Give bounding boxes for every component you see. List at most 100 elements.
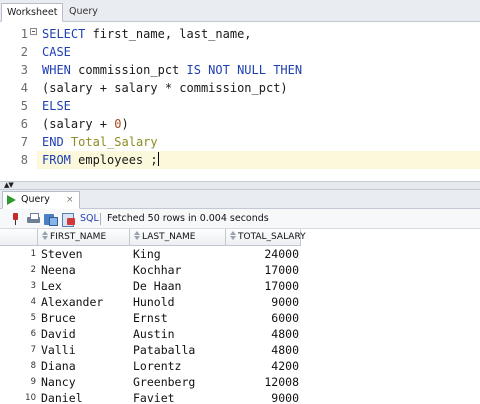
sort-icon: [134, 231, 140, 241]
cell-total-salary[interactable]: 9000: [226, 294, 299, 310]
cell-total-salary[interactable]: 4200: [226, 358, 299, 374]
line-number: 1: [20, 27, 28, 41]
cell-last-name[interactable]: Pataballa: [133, 342, 226, 358]
sql-keyword: END: [42, 135, 64, 149]
cell-total-salary[interactable]: 17000: [226, 262, 299, 278]
cell-last-name[interactable]: De Haan: [133, 278, 226, 294]
column-header-total-salary[interactable]: TOTAL_SALARY: [226, 229, 306, 246]
sort-icon: [230, 231, 236, 241]
sql-button[interactable]: SQL: [80, 212, 99, 226]
text-caret: [157, 152, 159, 166]
cell-first-name[interactable]: Steven: [41, 246, 130, 262]
cell-total-salary[interactable]: 4800: [226, 326, 299, 342]
row-number[interactable]: 3: [0, 278, 36, 294]
grid-header: FIRST_NAME LAST_NAME TOTAL_SALARY: [0, 229, 480, 246]
splitter-arrows-icon[interactable]: ▲▼: [4, 181, 14, 190]
table-row[interactable]: 10 Daniel Faviet 9000: [0, 390, 480, 404]
pin-icon[interactable]: [9, 213, 22, 225]
cell-last-name[interactable]: Hunold: [133, 294, 226, 310]
refresh-sql-icon[interactable]: [62, 213, 75, 227]
cell-first-name[interactable]: Daniel: [41, 390, 130, 404]
column-alias: Total_Salary: [70, 135, 158, 149]
table-row[interactable]: 1 Steven King 24000: [0, 246, 480, 262]
cell-last-name[interactable]: King: [133, 246, 226, 262]
row-number[interactable]: 10: [0, 390, 36, 404]
close-tab-icon[interactable]: ×: [66, 192, 74, 208]
table-row[interactable]: 3 Lex De Haan 17000: [0, 278, 480, 294]
table-row[interactable]: 7 Valli Pataballa 4800: [0, 342, 480, 358]
tab-query-builder[interactable]: Query Builder: [64, 3, 132, 34]
column-header-first-name[interactable]: FIRST_NAME: [38, 229, 130, 246]
sql-editor[interactable]: 1 2 3 4 5 6 7 8 SELECT first_name, last_name, CA…: [0, 23, 480, 181]
cell-last-name[interactable]: Lorentz: [133, 358, 226, 374]
print-icon[interactable]: [27, 213, 40, 225]
row-number[interactable]: 1: [0, 246, 36, 262]
cell-first-name[interactable]: David: [41, 326, 130, 342]
cell-total-salary[interactable]: 12008: [226, 374, 299, 390]
cell-first-name[interactable]: Nancy: [41, 374, 130, 390]
line-number: 6: [20, 117, 28, 131]
code-line[interactable]: SELECT first_name, last_name,: [42, 25, 252, 43]
row-number[interactable]: 7: [0, 342, 36, 358]
panel-splitter[interactable]: ▲▼: [0, 181, 480, 190]
code-text: commission_pct: [70, 63, 187, 77]
code-line[interactable]: WHEN commission_pct IS NOT NULL THEN: [42, 61, 302, 79]
cell-first-name[interactable]: Neena: [41, 262, 130, 278]
sql-keyword: FROM: [42, 153, 71, 167]
table-row[interactable]: 6 David Austin 4800: [0, 326, 480, 342]
column-header-label: LAST_NAME: [142, 232, 196, 242]
table-row[interactable]: 2 Neena Kochhar 17000: [0, 262, 480, 278]
cell-last-name[interactable]: Austin: [133, 326, 226, 342]
code-line[interactable]: FROM employees ;: [37, 151, 480, 169]
code-line[interactable]: (salary + salary * commission_pct): [42, 79, 288, 97]
column-header-last-name[interactable]: LAST_NAME: [130, 229, 226, 246]
line-number: 3: [20, 63, 28, 77]
row-number[interactable]: 5: [0, 310, 36, 326]
export-icon[interactable]: [44, 213, 58, 226]
cell-first-name[interactable]: Alexander: [41, 294, 130, 310]
cell-first-name[interactable]: Bruce: [41, 310, 130, 326]
cell-last-name[interactable]: Kochhar: [133, 262, 226, 278]
cell-total-salary[interactable]: 24000: [226, 246, 299, 262]
cell-last-name[interactable]: Faviet: [133, 390, 226, 404]
table-row[interactable]: 8 Diana Lorentz 4200: [0, 358, 480, 374]
cell-last-name[interactable]: Greenberg: [133, 374, 226, 390]
code-line[interactable]: ELSE: [42, 97, 71, 115]
sort-icon: [42, 231, 48, 241]
code-text: first_name, last_name,: [85, 27, 252, 41]
sql-keyword: IS NOT NULL THEN: [186, 63, 303, 77]
cell-first-name[interactable]: Valli: [41, 342, 130, 358]
line-number: 7: [20, 135, 28, 149]
row-number[interactable]: 9: [0, 374, 36, 390]
result-grid[interactable]: FIRST_NAME LAST_NAME TOTAL_SALARY 1 Steve…: [0, 229, 480, 404]
fold-toggle-icon[interactable]: [30, 28, 37, 35]
tab-worksheet[interactable]: Worksheet: [1, 3, 63, 22]
table-row[interactable]: 9 Nancy Greenberg 12008: [0, 374, 480, 390]
table-row[interactable]: 5 Bruce Ernst 6000: [0, 310, 480, 326]
result-tab-bar: Query Result ×: [0, 190, 480, 221]
line-number: 4: [20, 81, 28, 95]
row-number[interactable]: 8: [0, 358, 36, 374]
cell-last-name[interactable]: Ernst: [133, 310, 226, 326]
grid-corner-cell[interactable]: [0, 229, 38, 246]
tab-query-result[interactable]: Query Result ×: [2, 191, 80, 221]
table-row[interactable]: 4 Alexander Hunold 9000: [0, 294, 480, 310]
sql-keyword: WHEN: [42, 63, 71, 77]
line-number: 2: [20, 45, 28, 59]
cell-total-salary[interactable]: 4800: [226, 342, 299, 358]
cell-first-name[interactable]: Lex: [41, 278, 130, 294]
code-line[interactable]: (salary + 0): [42, 115, 129, 133]
cell-total-salary[interactable]: 6000: [226, 310, 299, 326]
column-header-label: FIRST_NAME: [50, 232, 107, 242]
sql-keyword: CASE: [42, 45, 71, 59]
row-number[interactable]: 4: [0, 294, 36, 310]
cell-total-salary[interactable]: 9000: [226, 390, 299, 404]
code-line[interactable]: CASE: [42, 43, 71, 61]
row-number[interactable]: 6: [0, 326, 36, 342]
code-line[interactable]: END Total_Salary: [42, 133, 158, 151]
row-number[interactable]: 2: [0, 262, 36, 278]
column-header-label: TOTAL_SALARY: [238, 232, 306, 242]
cell-total-salary[interactable]: 17000: [226, 278, 299, 294]
cell-first-name[interactable]: Diana: [41, 358, 130, 374]
